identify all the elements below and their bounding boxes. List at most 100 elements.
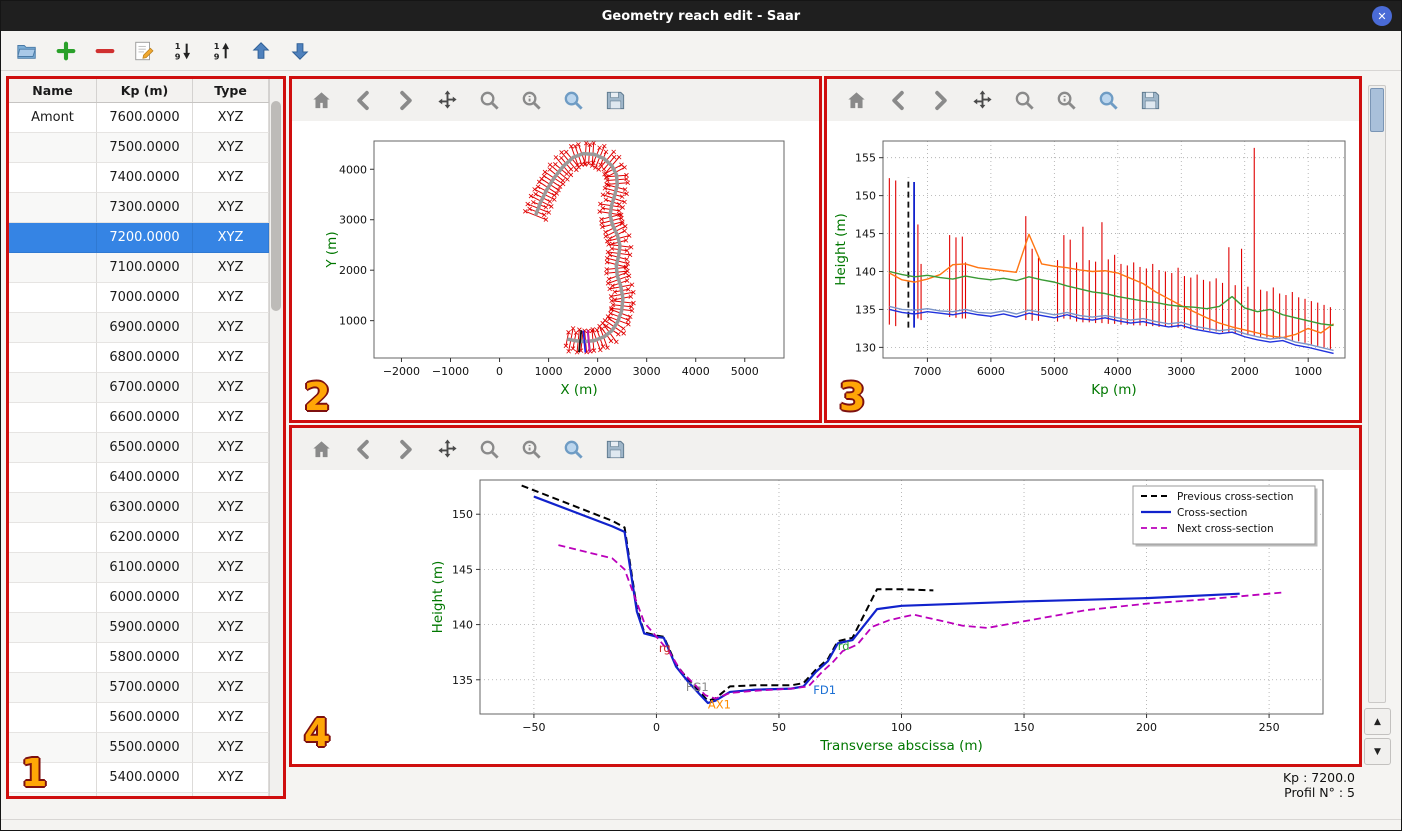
- zoom-info-icon[interactable]: [518, 87, 544, 113]
- main-scrollbar[interactable]: [1368, 85, 1386, 703]
- table-cell-kp[interactable]: 7300.0000: [97, 193, 193, 223]
- sort-ascending-icon[interactable]: 19: [210, 39, 234, 63]
- table-cell-type[interactable]: XYZ: [193, 463, 269, 493]
- table-row[interactable]: 7300.0000 XYZ: [9, 193, 283, 223]
- table-cell-type[interactable]: XYZ: [193, 673, 269, 703]
- table-row[interactable]: 5400.0000 XYZ: [9, 763, 283, 793]
- pan-icon[interactable]: [434, 436, 460, 462]
- forward-icon[interactable]: [927, 87, 953, 113]
- save-icon[interactable]: [602, 436, 628, 462]
- table-cell-type[interactable]: XYZ: [193, 313, 269, 343]
- table-cell-type[interactable]: XYZ: [193, 133, 269, 163]
- table-cell-name[interactable]: [9, 163, 97, 193]
- close-button[interactable]: ✕: [1372, 6, 1392, 26]
- table-cell-kp[interactable]: 6100.0000: [97, 553, 193, 583]
- table-cell-kp[interactable]: 7600.0000: [97, 103, 193, 133]
- edit-row-icon[interactable]: [132, 39, 156, 63]
- home-icon[interactable]: [843, 87, 869, 113]
- table-row[interactable]: 6300.0000 XYZ: [9, 493, 283, 523]
- zoom-info-icon[interactable]: [1053, 87, 1079, 113]
- pan-icon[interactable]: [434, 87, 460, 113]
- table-cell-type[interactable]: XYZ: [193, 163, 269, 193]
- table-cell-type[interactable]: XYZ: [193, 343, 269, 373]
- table-cell-name[interactable]: [9, 523, 97, 553]
- table-cell-name[interactable]: [9, 613, 97, 643]
- table-cell-kp[interactable]: 5900.0000: [97, 613, 193, 643]
- home-icon[interactable]: [308, 87, 334, 113]
- save-icon[interactable]: [602, 87, 628, 113]
- table-cell-kp[interactable]: 7200.0000: [97, 223, 193, 253]
- zoom-rect-icon[interactable]: [1095, 87, 1121, 113]
- main-scrollbar-thumb[interactable]: [1370, 88, 1384, 132]
- table-cell-name[interactable]: [9, 583, 97, 613]
- table-cell-name[interactable]: [9, 673, 97, 703]
- table-cell-type[interactable]: XYZ: [193, 763, 269, 793]
- zoom-rect-icon[interactable]: [560, 87, 586, 113]
- table-cell-name[interactable]: [9, 133, 97, 163]
- table-row[interactable]: 5300.0000XYZ: [9, 793, 283, 796]
- table-cell-name[interactable]: [9, 313, 97, 343]
- table-cell-kp[interactable]: 5800.0000: [97, 643, 193, 673]
- move-down-icon[interactable]: [288, 39, 312, 63]
- table-row[interactable]: 6000.0000 XYZ: [9, 583, 283, 613]
- column-header-name[interactable]: Name: [9, 79, 97, 102]
- table-cell-type[interactable]: XYZ: [193, 793, 269, 796]
- column-header-type[interactable]: Type: [193, 79, 269, 102]
- table-cell-name[interactable]: [9, 373, 97, 403]
- table-cell-type[interactable]: XYZ: [193, 493, 269, 523]
- table-cell-type[interactable]: XYZ: [193, 223, 269, 253]
- table-cell-kp[interactable]: 6200.0000: [97, 523, 193, 553]
- table-row[interactable]: 7400.0000 XYZ: [9, 163, 283, 193]
- open-file-icon[interactable]: [15, 39, 39, 63]
- forward-icon[interactable]: [392, 87, 418, 113]
- table-cell-name[interactable]: [9, 343, 97, 373]
- table-cell-kp[interactable]: 7500.0000: [97, 133, 193, 163]
- table-row[interactable]: 6600.0000 XYZ: [9, 403, 283, 433]
- table-cell-type[interactable]: XYZ: [193, 253, 269, 283]
- table-cell-name[interactable]: [9, 223, 97, 253]
- back-icon[interactable]: [350, 436, 376, 462]
- home-icon[interactable]: [308, 436, 334, 462]
- table-cell-kp[interactable]: 7000.0000: [97, 283, 193, 313]
- table-row[interactable]: 7000.0000 XYZ: [9, 283, 283, 313]
- table-row[interactable]: 6100.0000 XYZ: [9, 553, 283, 583]
- table-cell-kp[interactable]: 5700.0000: [97, 673, 193, 703]
- table-cell-kp[interactable]: 6000.0000: [97, 583, 193, 613]
- table-cell-name[interactable]: [9, 283, 97, 313]
- table-cell-name[interactable]: [9, 733, 97, 763]
- table-cell-name[interactable]: [9, 763, 97, 793]
- table-cell-type[interactable]: XYZ: [193, 373, 269, 403]
- table-cell-type[interactable]: XYZ: [193, 193, 269, 223]
- table-cell-kp[interactable]: 5300.0000: [97, 793, 193, 796]
- forward-icon[interactable]: [392, 436, 418, 462]
- table-cell-type[interactable]: XYZ: [193, 433, 269, 463]
- table-cell-kp[interactable]: 6700.0000: [97, 373, 193, 403]
- table-cell-kp[interactable]: 6600.0000: [97, 403, 193, 433]
- table-cell-name[interactable]: [9, 553, 97, 583]
- table-cell-type[interactable]: XYZ: [193, 553, 269, 583]
- table-cell-kp[interactable]: 5500.0000: [97, 733, 193, 763]
- plan-view-canvas[interactable]: −2000 −1000 0 1000 2000 3000 4000 5000 1000 2000 3…: [292, 121, 819, 420]
- table-cell-name[interactable]: [9, 793, 97, 796]
- table-scrollbar[interactable]: [269, 79, 283, 796]
- table-cell-kp[interactable]: 6300.0000: [97, 493, 193, 523]
- table-cell-type[interactable]: XYZ: [193, 103, 269, 133]
- table-cell-kp[interactable]: 5400.0000: [97, 763, 193, 793]
- table-cell-name[interactable]: [9, 643, 97, 673]
- table-row[interactable]: 6900.0000 XYZ: [9, 313, 283, 343]
- table-cell-kp[interactable]: 6400.0000: [97, 463, 193, 493]
- long-profile-canvas[interactable]: 7000 6000 5000 4000 3000 2000 1000 130 135 140 145…: [827, 121, 1359, 420]
- zoom-icon[interactable]: [1011, 87, 1037, 113]
- add-row-icon[interactable]: [54, 39, 78, 63]
- back-icon[interactable]: [885, 87, 911, 113]
- cross-section-canvas[interactable]: −50 0 50 100 150 200 250 135 140 145 150 Transverse…: [292, 470, 1359, 764]
- table-row[interactable]: 6700.0000 XYZ: [9, 373, 283, 403]
- zoom-icon[interactable]: [476, 436, 502, 462]
- table-cell-kp[interactable]: 7100.0000: [97, 253, 193, 283]
- table-row[interactable]: 7500.0000 XYZ: [9, 133, 283, 163]
- table-cell-type[interactable]: XYZ: [193, 733, 269, 763]
- profile-down-button[interactable]: ▼: [1364, 738, 1391, 765]
- table-cell-type[interactable]: XYZ: [193, 523, 269, 553]
- remove-row-icon[interactable]: [93, 39, 117, 63]
- table-cell-kp[interactable]: 5600.0000: [97, 703, 193, 733]
